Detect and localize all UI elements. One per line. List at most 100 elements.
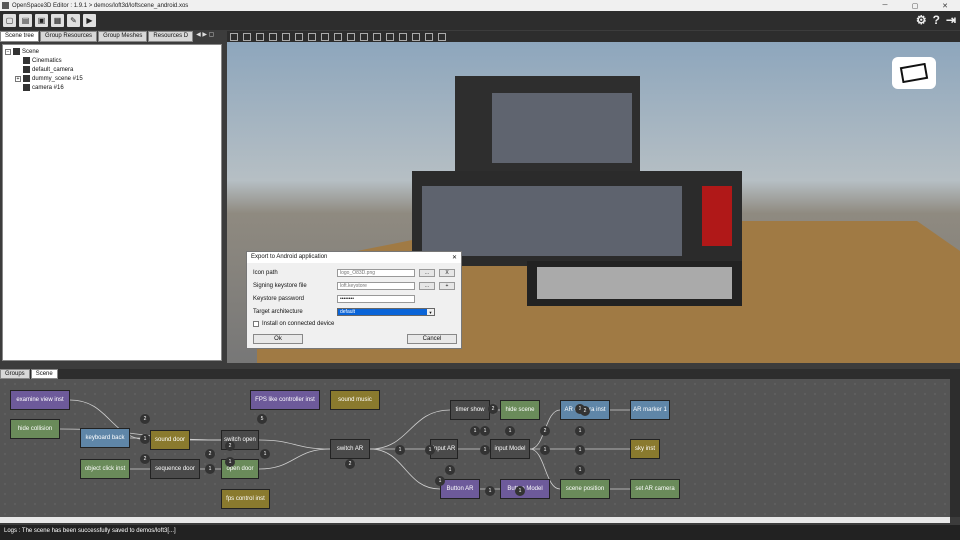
glass-lower (422, 186, 682, 256)
tab-scene-tree[interactable]: Scene tree (0, 31, 40, 42)
save-as-icon[interactable]: ▦ (51, 14, 64, 27)
keystore-field[interactable]: loft.keystore (337, 282, 415, 290)
graph-node[interactable]: keyboard back (80, 428, 130, 448)
graph-node[interactable]: hide scene (500, 400, 540, 420)
cancel-button[interactable]: Cancel (407, 334, 457, 344)
dialog-title-bar: Export to Android application ✕ (247, 252, 461, 263)
help-icon[interactable]: ? (933, 13, 940, 27)
graph-port[interactable]: 2 (488, 404, 498, 414)
icon-path-row: Icon path logo_O83D.png ... X (253, 269, 455, 277)
horizontal-scrollbar[interactable] (0, 517, 950, 523)
tree-item-cinematics[interactable]: Cinematics (5, 56, 219, 65)
gear-icon[interactable]: ⚙ (916, 13, 927, 27)
tree-item-scene[interactable]: − Scene (5, 47, 219, 56)
graph-node[interactable]: object click inst (80, 459, 130, 479)
graph-node[interactable]: sky inst (630, 439, 660, 459)
password-field[interactable]: •••••••• (337, 295, 415, 303)
run-icon[interactable]: ▶ (83, 14, 96, 27)
tree-item-dummy-scene[interactable]: + dummy_scene #15 (5, 74, 219, 83)
install-checkbox[interactable] (253, 321, 259, 327)
graph-node[interactable]: input Model (490, 439, 530, 459)
architecture-select[interactable]: default ▼ (337, 308, 435, 316)
relation-graph[interactable]: examine view inst hide collision keyboard … (0, 379, 950, 517)
tree-item-default-camera[interactable]: default_camera (5, 65, 219, 74)
graph-node[interactable]: switch AR (330, 439, 370, 459)
keystore-add-button[interactable]: + (439, 282, 455, 290)
graph-port[interactable]: 1 (480, 445, 490, 455)
graph-port[interactable]: 1 (395, 445, 405, 455)
graph-port[interactable]: 1 (140, 434, 150, 444)
maximize-button[interactable]: ▢ (900, 2, 930, 10)
app-icon (2, 2, 9, 9)
icon-path-clear-button[interactable]: X (439, 269, 455, 277)
graph-port[interactable]: 1 (445, 465, 455, 475)
graph-node[interactable]: sequence door (150, 459, 200, 479)
vertical-scrollbar[interactable] (950, 379, 960, 517)
graph-port[interactable]: 1 (480, 426, 490, 436)
expand-icon[interactable]: + (15, 75, 21, 82)
graph-port[interactable]: 1 (470, 426, 480, 436)
open-icon[interactable]: ▤ (19, 14, 32, 27)
tree-item-label: Scene (22, 48, 40, 55)
minimize-button[interactable]: ─ (870, 2, 900, 9)
log-bar: Logs : The scene has been successfully s… (0, 525, 960, 540)
graph-node[interactable]: AR marker 1 (630, 400, 670, 420)
password-row: Keystore password •••••••• (253, 295, 415, 303)
graph-port[interactable]: 5 (257, 414, 267, 424)
graph-node[interactable]: Button AR (440, 479, 480, 499)
graph-node[interactable]: Button Model (500, 479, 550, 499)
graph-port[interactable]: 1 (505, 426, 515, 436)
graph-port[interactable]: 2 (140, 414, 150, 424)
close-button[interactable]: ✕ (930, 2, 960, 10)
graph-port[interactable]: 2 (205, 449, 215, 459)
graph-node[interactable]: FPS like controller inst (250, 390, 320, 410)
graph-port[interactable]: 2 (345, 459, 355, 469)
cinematics-icon (23, 57, 30, 64)
graph-port[interactable]: 1 (225, 457, 235, 467)
graph-node[interactable]: examine view inst (10, 390, 70, 410)
exit-icon[interactable]: ⇥ (946, 13, 956, 27)
chevron-down-icon[interactable]: ▼ (427, 309, 434, 315)
keystore-label: Signing keystore file (253, 283, 307, 289)
graph-port[interactable]: 2 (540, 426, 550, 436)
graph-node[interactable]: scene position (560, 479, 610, 499)
graph-port[interactable]: 1 (540, 445, 550, 455)
keystore-browse-button[interactable]: ... (419, 282, 435, 290)
save-icon[interactable]: ▣ (35, 14, 48, 27)
dialog-title: Export to Android application (251, 254, 328, 260)
graph-port[interactable]: 1 (575, 465, 585, 475)
graph-node[interactable]: timer show (450, 400, 490, 420)
graph-node[interactable]: hide collision (10, 419, 60, 439)
tab-scene[interactable]: Scene (30, 369, 58, 379)
tree-item-camera-16[interactable]: camera #16 (5, 83, 219, 92)
new-icon[interactable]: ▢ (3, 14, 16, 27)
graph-port[interactable]: 2 (225, 441, 235, 451)
tab-resources[interactable]: Resources D (148, 31, 194, 42)
graph-port[interactable]: 1 (575, 426, 585, 436)
bottom-tabs: Groups Scene (0, 369, 960, 379)
graph-port[interactable]: 1 (575, 445, 585, 455)
graph-node[interactable]: sound music (330, 390, 380, 410)
icon-path-field[interactable]: logo_O83D.png (337, 269, 415, 277)
tools-icon[interactable]: ✎ (67, 14, 80, 27)
graph-port[interactable]: 1 (515, 486, 525, 496)
graph-port[interactable]: 1 (260, 449, 270, 459)
graph-node[interactable]: fps control inst (221, 489, 270, 509)
graph-port[interactable]: 1 (205, 464, 215, 474)
tab-groups[interactable]: Groups (0, 369, 30, 379)
graph-node[interactable]: set AR camera (630, 479, 680, 499)
tab-group-resources[interactable]: Group Resources (40, 31, 98, 42)
tab-group-meshes[interactable]: Group Meshes (98, 31, 148, 42)
graph-port[interactable]: 1 (425, 445, 435, 455)
icon-path-browse-button[interactable]: ... (419, 269, 435, 277)
ok-button[interactable]: Ok (253, 334, 303, 344)
graph-port[interactable]: 1 (435, 476, 445, 486)
graph-port[interactable]: 2 (140, 454, 150, 464)
export-android-dialog: Export to Android application ✕ Icon pat… (246, 251, 462, 349)
collapse-icon[interactable]: − (5, 48, 11, 55)
dialog-close-icon[interactable]: ✕ (452, 254, 457, 261)
tab-scroll-arrows[interactable]: ◀ ▶ ▢ (196, 31, 214, 42)
graph-port[interactable]: 2 (580, 406, 590, 416)
graph-port[interactable]: 1 (485, 486, 495, 496)
graph-node[interactable]: sound door (150, 430, 190, 450)
